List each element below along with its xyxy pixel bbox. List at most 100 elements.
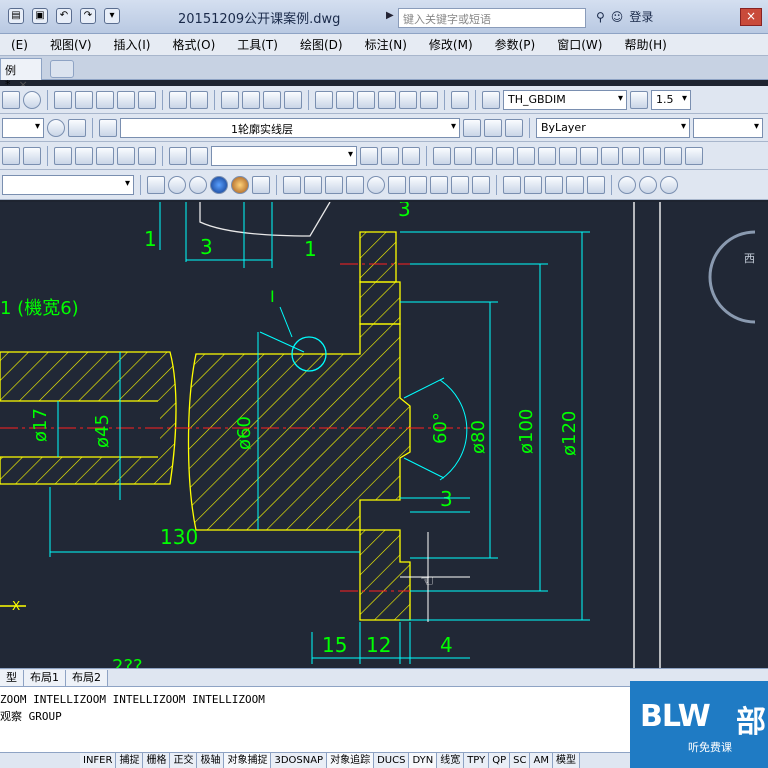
conceptual-icon[interactable]: [231, 175, 249, 194]
dimstyle-icon[interactable]: [630, 90, 648, 109]
menu-draw[interactable]: 绘图(D): [289, 36, 354, 53]
free-orbit-icon[interactable]: [381, 146, 399, 165]
ucs-y-icon[interactable]: [643, 146, 661, 165]
pyramid-icon[interactable]: [409, 175, 427, 194]
publish-icon[interactable]: [23, 90, 41, 109]
status-tpy[interactable]: TPY: [464, 753, 490, 768]
helix-icon[interactable]: [451, 175, 469, 194]
presspull-icon[interactable]: [524, 175, 542, 194]
render-icon[interactable]: [54, 146, 72, 165]
extrude-icon[interactable]: [503, 175, 521, 194]
ucs-face-icon[interactable]: [496, 146, 514, 165]
close-button[interactable]: ×: [740, 8, 762, 26]
status-lineweight[interactable]: 线宽: [437, 753, 465, 768]
ucs-object-icon[interactable]: [517, 146, 535, 165]
revolve-icon[interactable]: [566, 175, 584, 194]
menu-modify[interactable]: 修改(M): [418, 36, 484, 53]
dimstyle-select[interactable]: TH_GBDIM: [503, 89, 627, 110]
torus-icon[interactable]: [430, 175, 448, 194]
status-qp[interactable]: QP: [489, 753, 511, 768]
ucs-world-icon[interactable]: [454, 146, 472, 165]
properties-icon[interactable]: [315, 90, 333, 109]
zoom-realtime-icon[interactable]: [242, 90, 260, 109]
ucs-origin-icon[interactable]: [559, 146, 577, 165]
loft-icon[interactable]: [587, 175, 605, 194]
redo-icon[interactable]: ↷: [80, 8, 96, 24]
status-am[interactable]: AM: [530, 753, 553, 768]
layer-select[interactable]: 1轮廓实线层: [120, 117, 460, 138]
redo-toolbar-icon[interactable]: [190, 90, 208, 109]
realistic-icon[interactable]: [210, 175, 228, 194]
search-arrow-icon[interactable]: ▶: [386, 10, 394, 21]
layer-previous-icon[interactable]: [484, 118, 502, 137]
status-snap[interactable]: 捕捉: [116, 753, 144, 768]
box-icon[interactable]: [2, 146, 20, 165]
viewcube-compass[interactable]: [708, 230, 756, 324]
copy-icon[interactable]: [75, 90, 93, 109]
workspace-settings-icon[interactable]: [47, 118, 65, 137]
dropdown-icon[interactable]: ▾: [104, 8, 120, 24]
paste-icon[interactable]: [96, 90, 114, 109]
status-osnap[interactable]: 对象捕捉: [224, 753, 272, 768]
help-icon[interactable]: [451, 90, 469, 109]
continuous-orbit-icon[interactable]: [402, 146, 420, 165]
ucs-3point-icon[interactable]: [601, 146, 619, 165]
cylinder-icon[interactable]: [388, 175, 406, 194]
save-icon[interactable]: ▣: [32, 8, 48, 24]
layer-manager-icon[interactable]: [68, 118, 86, 137]
environment-icon[interactable]: [138, 146, 156, 165]
status-dyn[interactable]: DYN: [409, 753, 438, 768]
status-polar[interactable]: 极轴: [197, 753, 225, 768]
layer-properties-icon[interactable]: [99, 118, 117, 137]
wedge-icon[interactable]: [23, 146, 41, 165]
union-icon[interactable]: [618, 175, 636, 194]
search-input[interactable]: 键入关键字或短语: [398, 8, 586, 28]
planar-surface-icon[interactable]: [472, 175, 490, 194]
3d-wireframe-icon[interactable]: [168, 175, 186, 194]
sweep-icon[interactable]: [545, 175, 563, 194]
zoom-window-icon[interactable]: [263, 90, 281, 109]
polysolid-icon[interactable]: [283, 175, 301, 194]
login-link[interactable]: 登录: [629, 8, 653, 25]
subtract-icon[interactable]: [639, 175, 657, 194]
menu-tools[interactable]: 工具(T): [226, 36, 289, 53]
design-center-icon[interactable]: [336, 90, 354, 109]
status-3dosnap[interactable]: 3DOSNAP: [271, 753, 328, 768]
2d-wireframe-icon[interactable]: [147, 175, 165, 194]
tab-model[interactable]: 型: [0, 669, 24, 686]
orbit-icon[interactable]: [360, 146, 378, 165]
new-tab-button[interactable]: [50, 60, 74, 78]
linetype-select[interactable]: [693, 117, 763, 138]
menu-help[interactable]: 帮助(H): [613, 36, 677, 53]
intersect-icon[interactable]: [660, 175, 678, 194]
box-solid-icon[interactable]: [304, 175, 322, 194]
lights-icon[interactable]: [75, 146, 93, 165]
text-style-icon[interactable]: [482, 90, 500, 109]
menu-insert[interactable]: 插入(I): [103, 36, 162, 53]
pan-icon[interactable]: [221, 90, 239, 109]
menu-format[interactable]: 格式(O): [161, 36, 226, 53]
view-select[interactable]: [211, 145, 357, 166]
make-current-layer-icon[interactable]: [463, 118, 481, 137]
block-editor-icon[interactable]: [138, 90, 156, 109]
status-otrack[interactable]: 对象追踪: [327, 753, 375, 768]
layer-state-icon[interactable]: [505, 118, 523, 137]
menu-parametric[interactable]: 参数(P): [484, 36, 547, 53]
color-select[interactable]: ByLayer: [536, 117, 690, 138]
visual-style-select[interactable]: [2, 174, 134, 195]
ucs-apply-icon[interactable]: [685, 146, 703, 165]
binoculars-icon[interactable]: ⚲: [596, 10, 605, 24]
render-region-icon[interactable]: [117, 146, 135, 165]
menu-view[interactable]: 视图(V): [39, 36, 103, 53]
ucs-view-icon[interactable]: [538, 146, 556, 165]
ucs-icon[interactable]: [433, 146, 451, 165]
hidden-icon[interactable]: [189, 175, 207, 194]
ucs-zaxis-icon[interactable]: [580, 146, 598, 165]
sheet-set-icon[interactable]: [378, 90, 396, 109]
workspace-select[interactable]: [2, 117, 44, 138]
zoom-lens-icon[interactable]: [190, 146, 208, 165]
status-infer[interactable]: INFER: [80, 753, 117, 768]
visual-style-manager-icon[interactable]: [252, 175, 270, 194]
status-ortho[interactable]: 正交: [170, 753, 198, 768]
cut-icon[interactable]: [54, 90, 72, 109]
